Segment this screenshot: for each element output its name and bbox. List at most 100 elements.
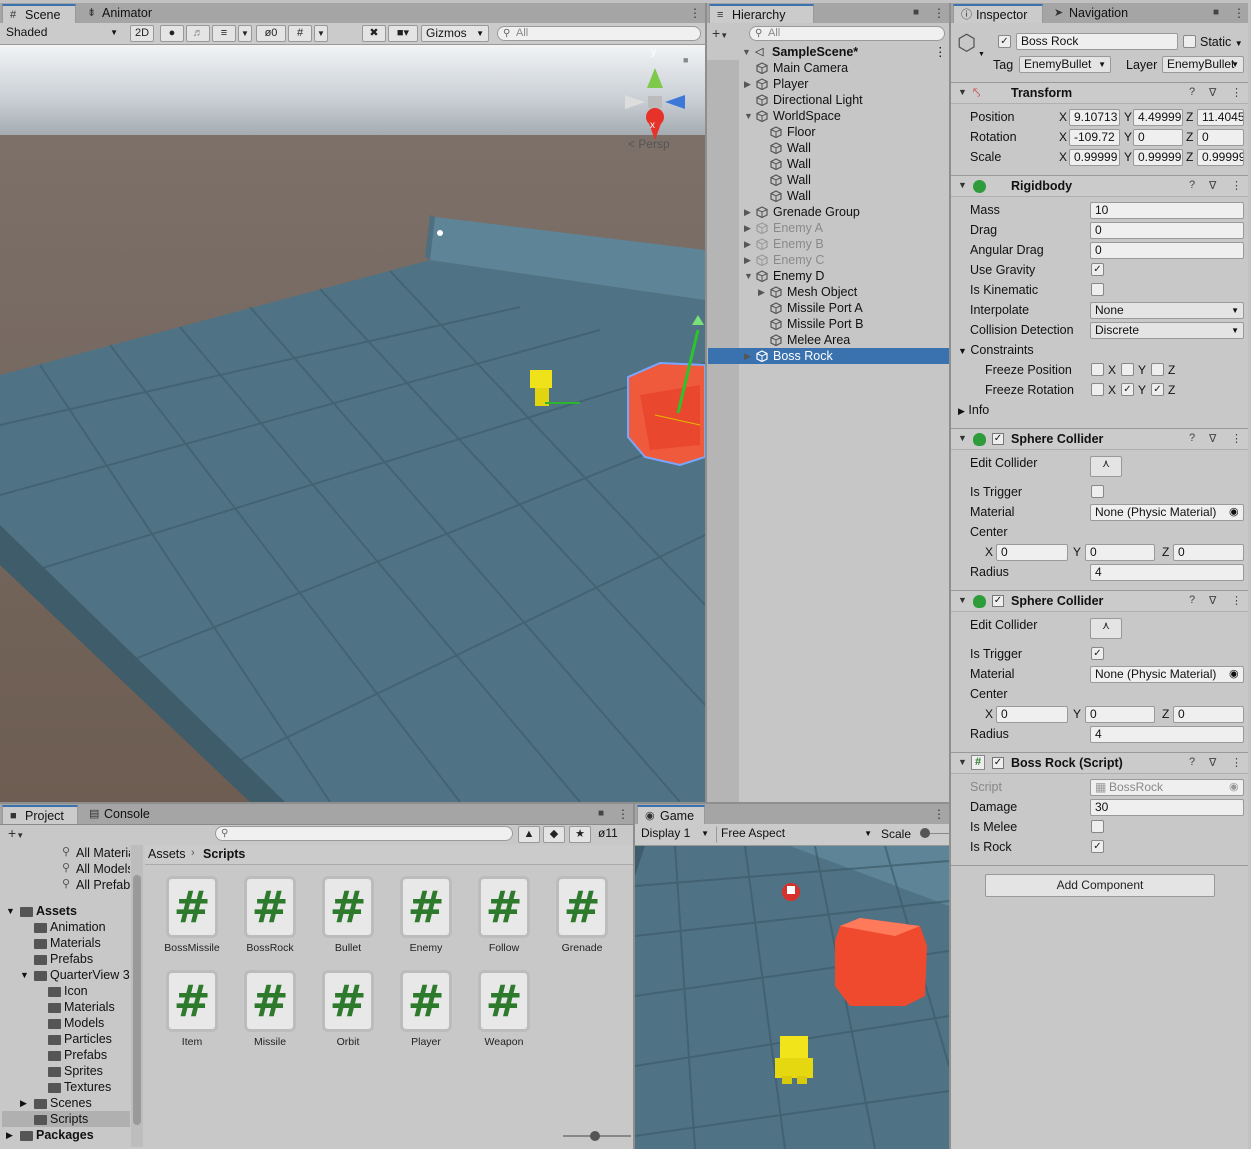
tab-hierarchy[interactable]: ≡ Hierarchy (709, 4, 814, 23)
preset-icon[interactable]: ∇ (1209, 86, 1216, 99)
freeze-position-y-checkbox[interactable] (1121, 363, 1134, 376)
lock-icon[interactable]: ■ (913, 7, 919, 18)
script-asset-label[interactable]: Orbit (308, 1036, 388, 1048)
is-rock-checkbox[interactable]: ✓ (1091, 840, 1104, 853)
hierarchy-item[interactable]: Main Camera (708, 60, 949, 76)
is-kinematic-checkbox[interactable] (1091, 283, 1104, 296)
object-name-input[interactable]: Boss Rock (1016, 33, 1178, 50)
fold-arrow-icon[interactable]: ▼ (958, 595, 967, 605)
game-menu-icon[interactable]: ⋮ (933, 808, 945, 820)
hidden-packages-toggle[interactable]: ø11 (598, 826, 618, 840)
rotation-z-input[interactable]: 0 (1197, 129, 1244, 146)
component-menu-icon[interactable]: ⋮ (1231, 86, 1242, 99)
transform-header[interactable]: ▼ ⤣ Transform ? ∇ ⋮ (951, 82, 1248, 104)
script-asset-label[interactable]: Item (152, 1036, 232, 1048)
help-icon[interactable]: ? (1189, 86, 1195, 98)
2d-toggle-button[interactable]: 2D (130, 25, 154, 42)
script-object-field[interactable]: ▦ BossRock (1090, 779, 1244, 796)
script-asset-icon[interactable]: # (400, 876, 452, 938)
position-x-input[interactable]: 9.10713 (1069, 109, 1120, 126)
info-foldout[interactable]: ▶ Info (958, 403, 989, 417)
project-menu-icon[interactable]: ⋮ (617, 808, 629, 820)
fold-arrow-icon[interactable]: ▼ (958, 757, 967, 767)
project-tree-item[interactable]: Materials (2, 999, 130, 1015)
is-trigger-checkbox[interactable]: ✓ (1091, 647, 1104, 660)
gizmos-dropdown[interactable]: Gizmos ▼ (421, 25, 489, 42)
radius-input[interactable]: 4 (1090, 564, 1244, 581)
project-tree-item[interactable]: ⚲ All Materials (2, 845, 130, 861)
tools-icon[interactable]: ✖ (362, 25, 386, 42)
component-menu-icon[interactable]: ⋮ (1231, 432, 1242, 445)
tab-animator[interactable]: ⇟ Animator (80, 4, 170, 23)
scene-search-input[interactable]: ⚲ All (497, 26, 701, 41)
script-asset-label[interactable]: Player (386, 1036, 466, 1048)
hidden-objects-toggle[interactable]: ø0 (256, 25, 286, 42)
rotation-x-input[interactable]: -109.72 (1069, 129, 1120, 146)
project-tree-item[interactable]: ▶ Packages (2, 1127, 130, 1143)
gameobject-cube-icon[interactable]: ⬡ (957, 30, 979, 56)
position-y-input[interactable]: 4.49999 (1133, 109, 1183, 126)
hierarchy-item[interactable]: Missile Port A (708, 300, 949, 316)
hierarchy-item[interactable]: ▶ Player (708, 76, 949, 92)
script-asset-icon[interactable]: # (322, 876, 374, 938)
hierarchy-search-input[interactable]: ⚲ All (749, 26, 945, 41)
radius-input[interactable]: 4 (1090, 726, 1244, 743)
material-object-field[interactable]: None (Physic Material) (1090, 666, 1244, 683)
script-asset-icon[interactable]: # (556, 876, 608, 938)
component-enabled-checkbox[interactable]: ✓ (992, 433, 1004, 445)
script-asset-label[interactable]: Missile (230, 1036, 310, 1048)
material-object-field[interactable]: None (Physic Material) (1090, 504, 1244, 521)
hierarchy-item[interactable]: ▶ Mesh Object (708, 284, 949, 300)
effects-toggle-icon[interactable]: ≡ (212, 25, 236, 42)
hierarchy-item[interactable]: Wall (708, 156, 949, 172)
script-asset-icon[interactable]: # (244, 876, 296, 938)
is-trigger-checkbox[interactable] (1091, 485, 1104, 498)
project-tree-item[interactable]: Textures (2, 1079, 130, 1095)
center-x-input[interactable]: 0 (996, 544, 1068, 561)
fold-arrow-icon[interactable]: ▼ (958, 180, 967, 190)
static-checkbox[interactable] (1183, 35, 1196, 48)
mass-input[interactable]: 10 (1090, 202, 1244, 219)
constraints-foldout[interactable]: ▼ Constraints (958, 343, 1034, 357)
hierarchy-item[interactable]: Melee Area (708, 332, 949, 348)
collapse-arrow-icon[interactable]: ▶ (744, 252, 751, 268)
hierarchy-item[interactable]: ▶ Grenade Group (708, 204, 949, 220)
preset-icon[interactable]: ∇ (1209, 432, 1216, 445)
component-menu-icon[interactable]: ⋮ (1231, 756, 1242, 769)
script-asset-label[interactable]: Weapon (464, 1036, 544, 1048)
create-add-icon[interactable]: +▼ (712, 25, 728, 41)
hierarchy-item[interactable]: ▶ Enemy A (708, 220, 949, 236)
tree-scrollbar[interactable] (131, 845, 143, 1147)
script-asset-label[interactable]: BossMissile (152, 942, 232, 954)
hierarchy-item[interactable]: ▼ Enemy D (708, 268, 949, 284)
scrollbar-thumb[interactable] (133, 875, 141, 1125)
collapse-arrow-icon[interactable]: ▶ (6, 1127, 13, 1143)
project-search-input[interactable]: ⚲ (215, 826, 513, 841)
project-tree-item[interactable]: Materials (2, 935, 130, 951)
project-tree-item[interactable]: Models (2, 1015, 130, 1031)
lock-icon[interactable]: ■ (683, 55, 688, 65)
project-tree-item[interactable]: ▼ Assets (2, 903, 130, 919)
help-icon[interactable]: ? (1189, 432, 1195, 444)
scale-slider-track[interactable] (930, 833, 949, 834)
lock-icon[interactable]: ■ (598, 808, 604, 819)
tab-project[interactable]: ■ Project (2, 805, 78, 824)
rigidbody-header[interactable]: ▼ Rigidbody ? ∇ ⋮ (951, 175, 1248, 197)
sphere-collider-1-header[interactable]: ▼ ✓ Sphere Collider ? ∇ ⋮ (951, 428, 1248, 450)
scale-y-input[interactable]: 0.99999 (1133, 149, 1183, 166)
edit-collider-button[interactable]: ⋏ (1090, 456, 1122, 477)
project-tree-item[interactable]: Sprites (2, 1063, 130, 1079)
expand-arrow-icon[interactable]: ▼ (6, 903, 15, 919)
shading-mode-dropdown[interactable]: Shaded ▼ (2, 25, 122, 42)
collapse-arrow-icon[interactable]: ▶ (744, 348, 751, 364)
lighting-toggle-icon[interactable]: ● (160, 25, 184, 42)
use-gravity-checkbox[interactable]: ✓ (1091, 263, 1104, 276)
help-icon[interactable]: ? (1189, 179, 1195, 191)
fold-arrow-icon[interactable]: ▼ (958, 433, 967, 443)
script-asset-icon[interactable]: # (166, 876, 218, 938)
lock-icon[interactable]: ■ (1213, 7, 1219, 18)
component-enabled-checkbox[interactable]: ✓ (992, 595, 1004, 607)
freeze-position-x-checkbox[interactable] (1091, 363, 1104, 376)
hierarchy-item[interactable]: Directional Light (708, 92, 949, 108)
damage-input[interactable]: 30 (1090, 799, 1244, 816)
